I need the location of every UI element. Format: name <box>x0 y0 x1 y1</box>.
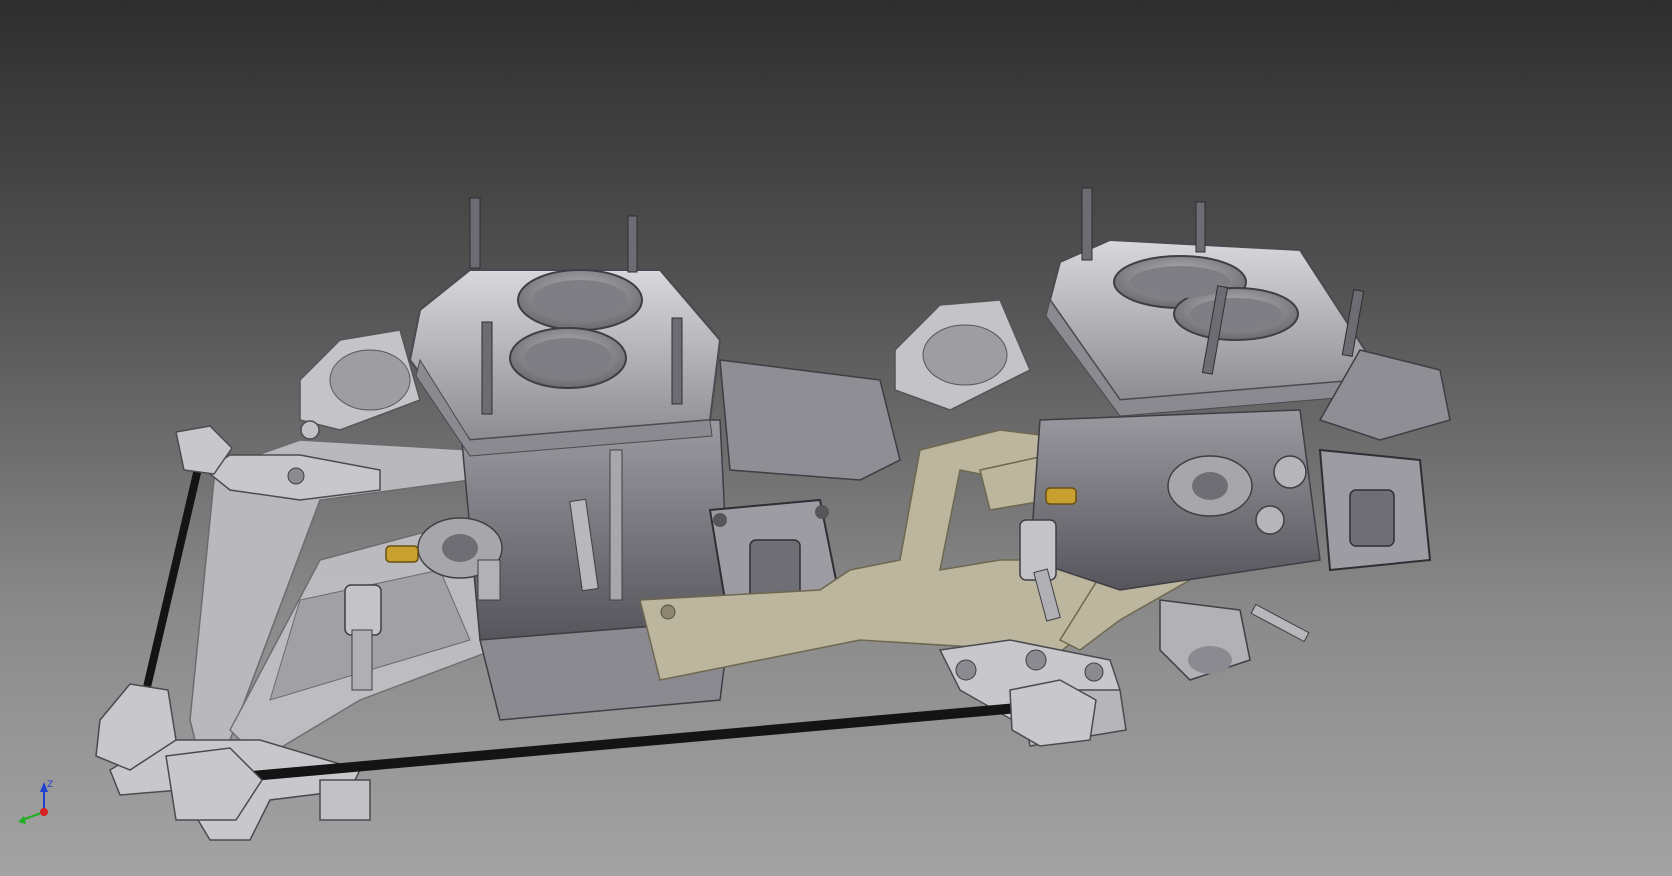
coordinate-triad-icon[interactable]: Z <box>14 778 64 828</box>
triad-z-label: Z <box>47 780 53 790</box>
left-brass-fitting <box>385 545 419 563</box>
right-brass-fitting <box>1045 487 1077 505</box>
carburetor-assembly-model[interactable] <box>0 0 1672 876</box>
cad-3d-viewport[interactable]: Z <box>0 0 1672 876</box>
